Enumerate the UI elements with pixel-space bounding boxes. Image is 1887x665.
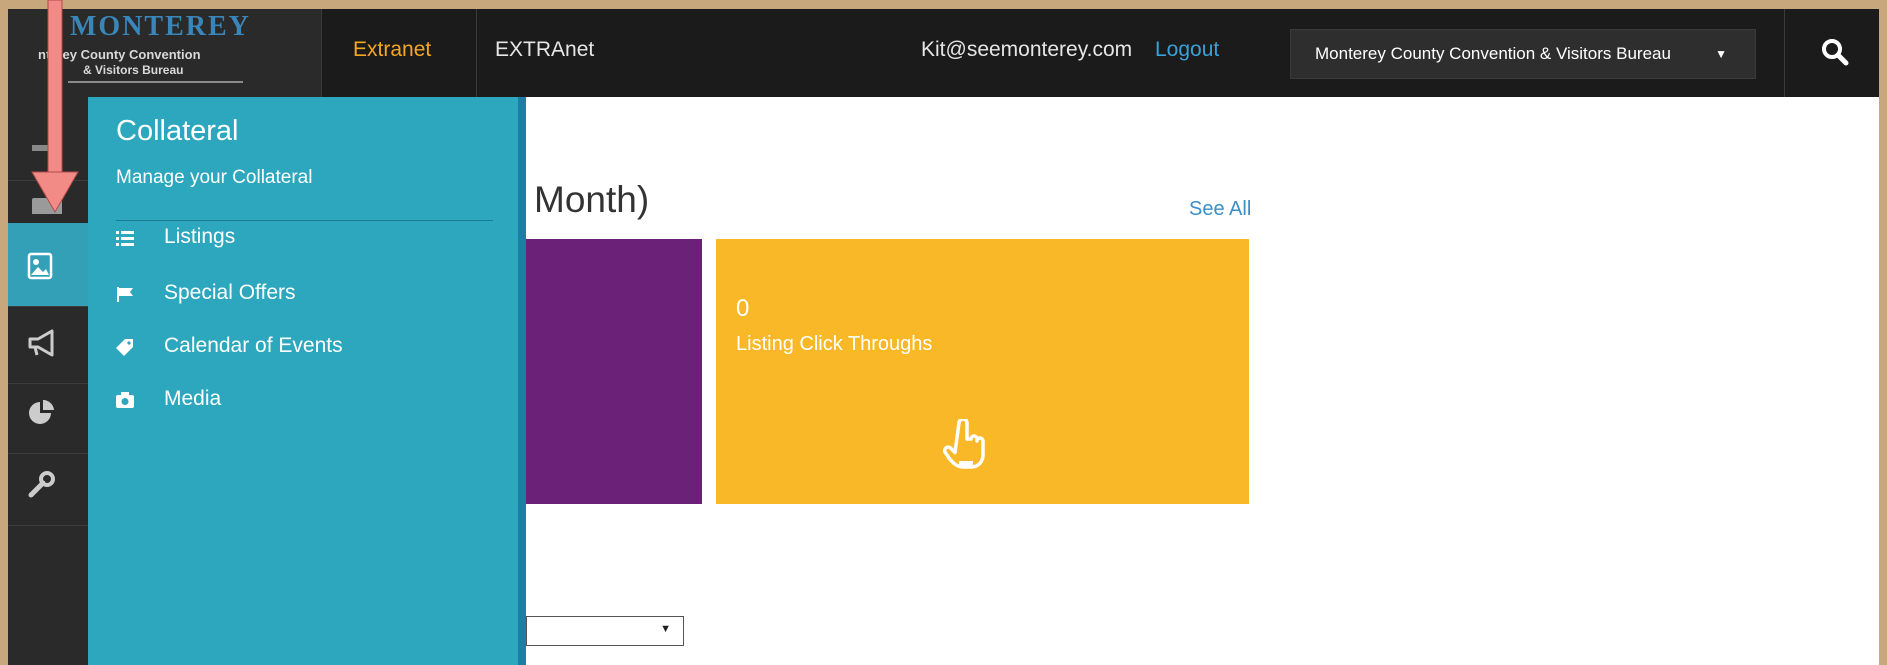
tab-divider [476, 9, 477, 97]
search-icon[interactable] [1820, 37, 1850, 67]
flyout-title: Collateral [116, 115, 239, 147]
camera-icon [116, 392, 134, 408]
menu-item-label: Listings [164, 225, 236, 248]
app-frame: MONTEREY nterey County Convention & Visi… [8, 9, 1879, 665]
search-divider [1784, 9, 1785, 97]
organization-select[interactable]: Monterey County Convention & Visitors Bu… [1290, 29, 1756, 79]
logout-link[interactable]: Logout [1155, 38, 1219, 62]
stat-tile-listing-click-throughs[interactable]: 0 Listing Click Throughs [716, 239, 1249, 504]
logo-wordmark: MONTEREY [70, 11, 251, 42]
tile-value: 0 [736, 295, 750, 322]
megaphone-icon [28, 329, 54, 357]
chevron-down-icon: ▼ [660, 623, 671, 635]
filter-select[interactable]: ▼ [526, 616, 684, 646]
menu-item-label: Special Offers [164, 281, 296, 304]
list-icon [116, 231, 134, 246]
user-email: Kit@seemonterey.com [921, 38, 1133, 61]
stat-tile-purple[interactable] [526, 239, 702, 504]
section-heading: Month) [534, 179, 650, 220]
tab-extranet-alt[interactable]: EXTRAnet [495, 38, 594, 62]
logo-underline [68, 81, 243, 83]
see-all-link[interactable]: See All [1189, 198, 1251, 221]
flyout-divider [116, 220, 493, 221]
tile-label: Listing Click Throughs [736, 333, 933, 355]
wrench-icon [28, 471, 55, 498]
flyout-subtitle: Manage your Collateral [116, 167, 313, 188]
top-bar: MONTEREY nterey County Convention & Visi… [8, 9, 1879, 97]
pie-chart-icon [29, 399, 54, 424]
pointer-hand-icon [943, 419, 985, 469]
logo-subtitle-line2: & Visitors Bureau [83, 63, 184, 77]
collateral-flyout: Collateral Manage your Collateral Listin… [88, 97, 526, 665]
chevron-down-icon: ▼ [1715, 47, 1727, 61]
tab-extranet[interactable]: Extranet [353, 38, 431, 62]
image-icon [27, 252, 53, 280]
menu-item-label: Media [164, 387, 222, 410]
organization-select-value: Monterey County Convention & Visitors Bu… [1315, 44, 1671, 63]
rail-item-empty [8, 513, 88, 665]
menu-item-label: Calendar of Events [164, 334, 343, 357]
annotation-arrow [31, 0, 79, 214]
flag-icon [117, 287, 133, 302]
tag-icon [116, 339, 133, 356]
rail-item-collateral[interactable] [8, 223, 88, 307]
